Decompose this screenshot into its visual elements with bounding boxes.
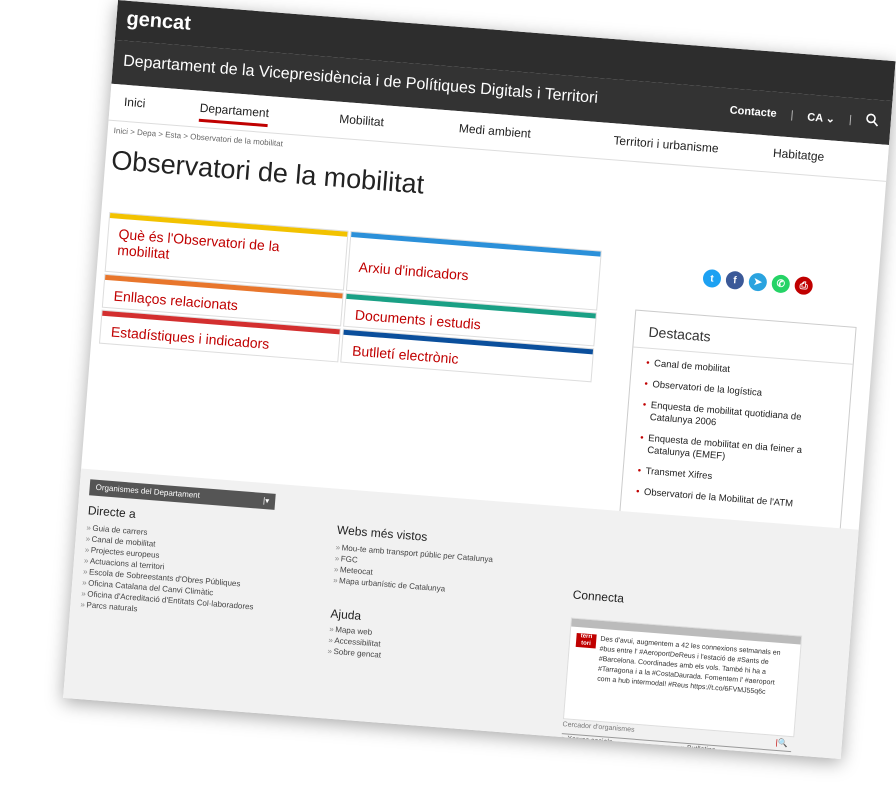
gencat-logo[interactable]: gencat bbox=[126, 8, 192, 36]
chevron-down-icon: ⌄ bbox=[825, 112, 836, 126]
organismes-select-value: Organismes del Departament bbox=[95, 482, 201, 500]
tile-label: Butlletí electrònic bbox=[351, 342, 460, 367]
screenshot-stage: gencat Departament de la Vicepresidència… bbox=[0, 0, 896, 788]
language-selector[interactable]: CA ⌄ bbox=[807, 110, 836, 125]
whatsapp-icon[interactable]: ✆ bbox=[771, 274, 791, 294]
butlletins-link[interactable]: » Butlletins bbox=[681, 744, 716, 754]
destacats-list: Canal de mobilitat Observatori de la log… bbox=[635, 358, 842, 523]
separator: | bbox=[848, 113, 853, 126]
twitter-icon[interactable]: t bbox=[702, 268, 722, 289]
facebook-icon[interactable]: f bbox=[725, 270, 745, 290]
social-share: t f ➤ ✆ ⎙ bbox=[702, 268, 814, 296]
top-right-tools: Contacte | CA ⌄ | bbox=[729, 102, 879, 130]
twitter-feed: terri tori Des d'avui, augmentem a 42 le… bbox=[562, 617, 803, 738]
telegram-icon[interactable]: ➤ bbox=[748, 272, 768, 292]
language-label: CA bbox=[806, 110, 824, 125]
webs-mes-vistos-list: Mou-te amb transport públic per Cataluny… bbox=[333, 543, 506, 600]
menu-item-departament[interactable]: Departament bbox=[198, 100, 270, 128]
tile-label: Estadístiques i indicadors bbox=[110, 323, 270, 352]
directe-a-list: Guia de carrers Canal de mobilitat Proje… bbox=[80, 523, 266, 625]
tile-label: Documents i estudis bbox=[354, 306, 482, 333]
search-icon[interactable] bbox=[865, 113, 879, 130]
menu-item-medi-ambient[interactable]: Medi ambient bbox=[458, 121, 531, 141]
destacats-box: Destacats Canal de mobilitat Observatori… bbox=[618, 309, 857, 539]
menu-item-mobilitat[interactable]: Mobilitat bbox=[339, 112, 385, 129]
contacte-link[interactable]: Contacte bbox=[729, 104, 777, 120]
tile-label: Arxiu d'indicadors bbox=[358, 258, 470, 284]
directe-a-heading: Directe a bbox=[87, 503, 137, 521]
destacats-link[interactable]: Enquesta de mobilitat en dia feiner a Ca… bbox=[639, 432, 836, 471]
ajuda-list: Mapa web Accessibilitat Sobre gencat bbox=[327, 625, 499, 671]
chevron-down-icon: |▾ bbox=[262, 495, 270, 506]
destacats-title: Destacats bbox=[647, 323, 712, 345]
menu-item-inici[interactable]: Inici bbox=[123, 95, 145, 111]
menu-item-territori[interactable]: Territori i urbanisme bbox=[613, 133, 719, 155]
webs-mes-vistos-heading: Webs més vistos bbox=[336, 522, 428, 544]
connecta-heading: Connecta bbox=[572, 587, 625, 606]
menu-item-habitatge[interactable]: Habitatge bbox=[772, 146, 824, 164]
print-icon[interactable]: ⎙ bbox=[794, 276, 814, 296]
tile-label: Enllaços relacionats bbox=[113, 287, 239, 314]
separator: | bbox=[790, 109, 794, 122]
territori-logo[interactable]: terri tori bbox=[575, 632, 597, 649]
ajuda-heading: Ajuda bbox=[329, 606, 362, 623]
search-icon[interactable]: |🔍 bbox=[775, 738, 788, 748]
page-title: Observatori de la mobilitat bbox=[110, 145, 426, 200]
destacats-link[interactable]: Enquesta de mobilitat quotidiana de Cata… bbox=[641, 399, 838, 438]
tile-label: Què és l'Observatori de la mobilitat bbox=[116, 225, 281, 262]
tweet-text[interactable]: Des d'avui, augmentem a 42 les connexion… bbox=[597, 635, 790, 700]
tile-color-bar bbox=[351, 232, 601, 257]
web-page: gencat Departament de la Vicepresidència… bbox=[63, 0, 896, 760]
